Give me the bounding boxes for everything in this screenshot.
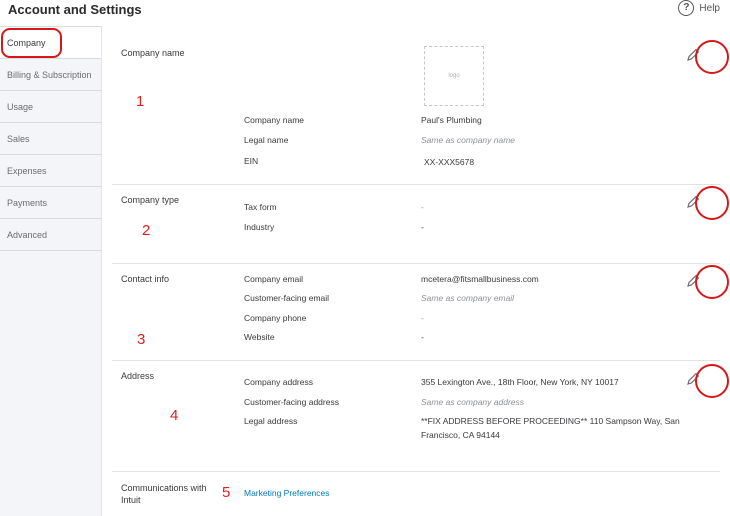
field-value-industry: - [421,222,424,232]
field-value-legal-name: Same as company name [421,135,516,145]
annotation-circle-company [1,28,62,58]
field-label-industry: Industry [244,222,275,232]
section-communications: Communications with Intuit Marketing Pre… [112,471,720,516]
field-value-company-address: 355 Lexington Ave., 18th Floor, New York… [421,377,619,387]
field-label-tax-form: Tax form [244,202,277,212]
field-label-legal-name: Legal name [244,135,289,145]
field-label-company-phone: Company phone [244,313,307,323]
sidebar-item-label: Sales [7,133,30,144]
annotation-number-3: 3 [137,331,146,348]
sidebar-item-label: Payments [7,197,48,208]
sidebar-item-label: Usage [7,101,34,112]
field-value-website: - [421,332,424,342]
sidebar-item-label: Advanced [7,229,48,240]
annotation-circle-edit-4 [695,364,729,398]
sidebar-item-label: Billing & Subscription [7,69,92,80]
field-label-company-address: Company address [244,377,313,387]
help-label: Help [699,2,720,14]
sidebar-item-advanced[interactable]: Advanced [0,219,101,251]
field-label-ein: EIN [244,156,259,166]
field-label-company-email: Company email [244,274,304,284]
settings-main: Company name logo Company name Paul's Pl… [102,26,730,516]
annotation-number-1: 1 [136,93,145,110]
logo-placeholder: logo [448,73,460,79]
field-value-legal-address: **FIX ADDRESS BEFORE PROCEEDING** 110 Sa… [421,416,680,440]
page-title: Account and Settings [8,2,142,17]
field-value-company-phone: - [421,313,424,323]
field-label-company-name: Company name [244,115,305,125]
section-title: Address [121,371,155,381]
help-button[interactable]: ? Help [678,0,720,16]
sidebar-item-usage[interactable]: Usage [0,91,101,123]
section-title: Company name [121,48,185,58]
help-icon: ? [678,0,695,16]
field-value-customer-facing-address: Same as company address [421,397,524,407]
section-company-name: Company name logo Company name Paul's Pl… [112,26,720,185]
sidebar-item-expenses[interactable]: Expenses [0,155,101,187]
annotation-circle-edit-3 [695,265,729,299]
sidebar-item-payments[interactable]: Payments [0,187,101,219]
section-address: Address Company address 355 Lexington Av… [112,360,720,472]
annotation-number-2: 2 [142,222,151,239]
field-value-company-name: Paul's Plumbing [421,115,482,125]
field-label-legal-address: Legal address [244,416,298,426]
field-value-company-email: mcetera@fitsmallbusiness.com [421,274,539,284]
settings-sidebar: Company Billing & Subscription Usage Sal… [0,26,102,516]
logo-upload[interactable]: logo [424,46,484,106]
page-header: Account and Settings ? Help [0,0,730,26]
annotation-circle-edit-1 [695,40,729,74]
field-label-customer-facing-address: Customer-facing address [244,397,339,407]
sidebar-item-label: Expenses [7,165,47,176]
field-value-customer-facing-email: Same as company email [421,293,515,303]
sidebar-item-billing-subscription[interactable]: Billing & Subscription [0,59,101,91]
field-value-tax-form: - [421,202,424,212]
annotation-number-5: 5 [222,484,231,501]
section-title: Communications with Intuit [121,483,207,505]
section-contact-info: Contact info Company email mcetera@fitsm… [112,263,720,361]
field-label-website: Website [244,332,275,342]
sidebar-item-sales[interactable]: Sales [0,123,101,155]
section-title: Contact info [121,274,170,284]
field-label-customer-facing-email: Customer-facing email [244,293,330,303]
section-title: Company type [121,195,180,205]
field-value-ein: XX-XXX5678 [424,157,475,167]
section-company-type: Company type Tax form - Industry - 2 [112,184,720,264]
annotation-circle-edit-2 [695,186,729,220]
marketing-preferences-link[interactable]: Marketing Preferences [244,488,330,498]
annotation-number-4: 4 [170,407,179,424]
